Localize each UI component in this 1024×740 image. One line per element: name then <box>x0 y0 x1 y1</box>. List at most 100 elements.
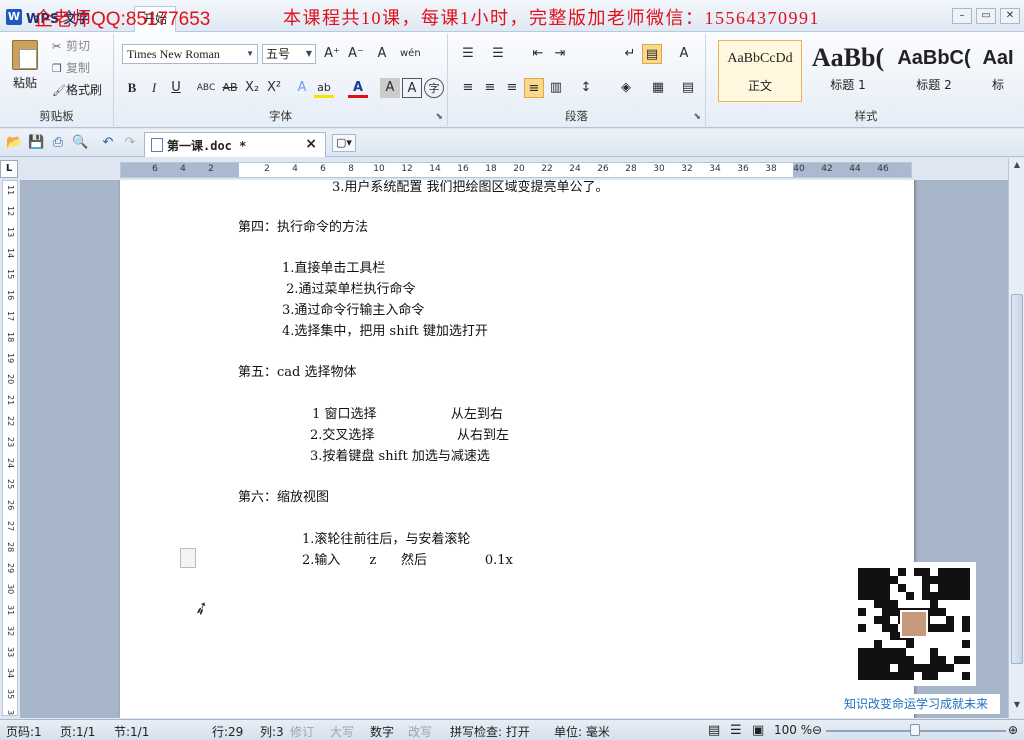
shrink-font-button[interactable]: A⁻ <box>346 44 366 64</box>
format-painter-button[interactable]: 🖌格式刷 <box>52 80 102 100</box>
char-shading-button[interactable]: A <box>380 78 400 98</box>
vertical-scrollbar[interactable]: ▲ ▼ <box>1008 158 1024 718</box>
page-view-icon[interactable]: ▤ <box>708 723 720 738</box>
abc-button[interactable]: ABC <box>196 78 216 98</box>
minimize-button[interactable]: – <box>952 8 972 24</box>
redo-icon[interactable]: ↷ <box>122 135 138 151</box>
new-tab-button[interactable]: ▢▾ <box>332 134 356 152</box>
distribute-button[interactable]: ▥ <box>546 78 566 98</box>
clear-format-button[interactable]: A <box>372 44 392 64</box>
superscript-button[interactable]: X² <box>264 78 284 98</box>
vertical-ruler[interactable]: 11 12 13 14 15 16 17 18 19 20 21 22 23 24 25 26 27 28 29 30… <box>2 180 18 716</box>
status-overwrite[interactable]: 改写 <box>408 723 432 740</box>
zoom-out-icon[interactable]: ⊖ <box>812 723 822 737</box>
status-caps[interactable]: 大写 <box>330 723 354 740</box>
status-col[interactable]: 列:3 <box>260 723 284 740</box>
outline-view-icon[interactable]: ☰ <box>730 723 742 738</box>
ruler-tick-label: 22 <box>541 164 553 174</box>
undo-icon[interactable]: ↶ <box>100 135 116 151</box>
save-icon[interactable]: 💾 <box>28 135 44 151</box>
scroll-down-icon[interactable]: ▼ <box>1011 700 1023 712</box>
status-page[interactable]: 页:1/1 <box>60 723 95 740</box>
font-name-select[interactable]: Times New Roman ▼ <box>122 44 258 64</box>
doc-tab[interactable]: 第一课.doc * × <box>144 132 326 157</box>
section-heading: 第五：cad 选择物体 <box>238 365 357 380</box>
paste-button[interactable]: 粘贴 <box>6 40 44 98</box>
strikethrough-button[interactable]: AB <box>220 78 240 98</box>
style-heading-3[interactable]: AaI 标 <box>978 40 1018 102</box>
print-preview-icon[interactable]: 🔍 <box>72 135 88 151</box>
numbering-button[interactable]: ☰ <box>488 44 508 64</box>
dialog-launcher-icon[interactable]: ⬊ <box>693 112 701 122</box>
chinese-layout-button[interactable]: A <box>674 44 694 64</box>
restore-button[interactable]: ▭ <box>976 8 996 24</box>
justify-button[interactable]: ≡ <box>524 78 544 98</box>
align-left-button[interactable]: ≡ <box>458 78 478 98</box>
scroll-up-icon[interactable]: ▲ <box>1011 160 1023 172</box>
shading-button[interactable]: ◈ <box>616 78 636 98</box>
subscript-button[interactable]: X₂ <box>242 78 262 98</box>
status-section[interactable]: 节:1/1 <box>114 723 149 740</box>
open-folder-icon[interactable]: 📂 <box>6 135 22 151</box>
status-row[interactable]: 行:29 <box>212 723 243 740</box>
status-num[interactable]: 数字 <box>370 723 394 740</box>
increase-indent-button[interactable]: ⇥ <box>550 44 570 64</box>
status-spellcheck[interactable]: 拼写检查: 打开 <box>450 723 530 740</box>
underline-button[interactable]: U <box>166 78 186 98</box>
horizontal-ruler[interactable]: 6 4 2 2 4 6 8 10 12 14 16 18 20 22 24 26 28 30 32 34 36 38 40 4… <box>120 162 912 178</box>
copy-button[interactable]: ❐ 复制 <box>52 58 90 78</box>
style-heading-2[interactable]: AaBbC( 标题 2 <box>892 40 976 102</box>
enclose-char-button[interactable]: 字 <box>424 78 444 98</box>
status-page-number[interactable]: 页码:1 <box>6 723 42 740</box>
close-tab-button[interactable]: × <box>305 136 317 152</box>
overlay-course-text: 本课程共10课，每课1小时，完整版加老师微信：15564370991 <box>283 8 820 28</box>
tab-stop-selector[interactable]: L <box>0 160 18 178</box>
ruler-tick-label: 15 <box>6 269 15 280</box>
zoom-level[interactable]: 100 % <box>774 723 812 737</box>
style-heading-1[interactable]: AaBb( 标题 1 <box>806 40 890 102</box>
print-icon[interactable]: ⎙ <box>50 135 66 151</box>
status-unit[interactable]: 单位: 毫米 <box>554 723 610 740</box>
table-grid-button[interactable]: ▤ <box>678 78 698 98</box>
style-sample: AaBbC( <box>897 47 971 69</box>
show-marks-button[interactable]: ↵ <box>620 44 640 64</box>
scissors-icon: ✂ <box>52 40 62 53</box>
ruler-tick-label: 4 <box>292 164 298 174</box>
decrease-indent-button[interactable]: ⇤ <box>528 44 548 64</box>
zoom-slider-knob[interactable] <box>910 724 920 736</box>
zoom-in-icon[interactable]: ⊕ <box>1008 723 1018 737</box>
bullets-button[interactable]: ☰ <box>458 44 478 64</box>
italic-button[interactable]: I <box>144 78 164 98</box>
doc-line: 2.输入 z 然后 0.1x <box>302 553 513 568</box>
font-color-button[interactable]: A <box>348 78 368 98</box>
web-view-icon[interactable]: ▣ <box>752 723 764 738</box>
text-select-button[interactable]: ▤ <box>642 44 662 64</box>
grow-font-button[interactable]: A⁺ <box>322 44 342 64</box>
line-spacing-button[interactable]: ↕ <box>576 78 596 98</box>
wps-logo-icon[interactable]: W <box>6 9 22 25</box>
style-sample: AaBbCcDd <box>727 51 793 66</box>
scrollbar-thumb[interactable] <box>1011 294 1023 664</box>
font-size-select[interactable]: 五号 ▼ <box>262 44 316 64</box>
cut-button[interactable]: ✂ 剪切 <box>52 36 90 56</box>
doc-line: 3.按着键盘 shift 加选与减速选 <box>310 449 490 464</box>
ruler-tick-label: 2 <box>208 164 214 174</box>
align-center-button[interactable]: ≡ <box>480 78 500 98</box>
paste-options-icon[interactable] <box>180 548 196 568</box>
text-effects-button[interactable]: A <box>292 78 312 98</box>
style-name: 标 <box>991 78 1004 92</box>
section-heading: 第四：执行命令的方法 <box>238 220 369 235</box>
close-button[interactable]: ✕ <box>1000 8 1020 24</box>
document-page[interactable]: 3.用户系统配置 我们把绘图区域变提亮单公了。 第四：执行命令的方法 1.直接单… <box>120 180 914 718</box>
char-border-button[interactable]: A <box>402 78 422 98</box>
style-normal[interactable]: AaBbCcDd 正文 <box>718 40 802 102</box>
status-revise[interactable]: 修订 <box>290 723 314 740</box>
phonetic-guide-button[interactable]: wén <box>400 44 421 64</box>
align-right-button[interactable]: ≡ <box>502 78 522 98</box>
paragraph-group: ☰ ☰ ⇤ ⇥ ↵ ▤ A ≡ ≡ ≡ ≡ ▥ ↕ ◈ ▦ ▤ 段落 ⬊ <box>448 34 706 126</box>
ruler-tick-label: 18 <box>485 164 497 174</box>
borders-button[interactable]: ▦ <box>648 78 668 98</box>
highlight-button[interactable]: ab <box>314 78 334 98</box>
dialog-launcher-icon[interactable]: ⬊ <box>435 112 443 122</box>
bold-button[interactable]: B <box>122 78 142 98</box>
